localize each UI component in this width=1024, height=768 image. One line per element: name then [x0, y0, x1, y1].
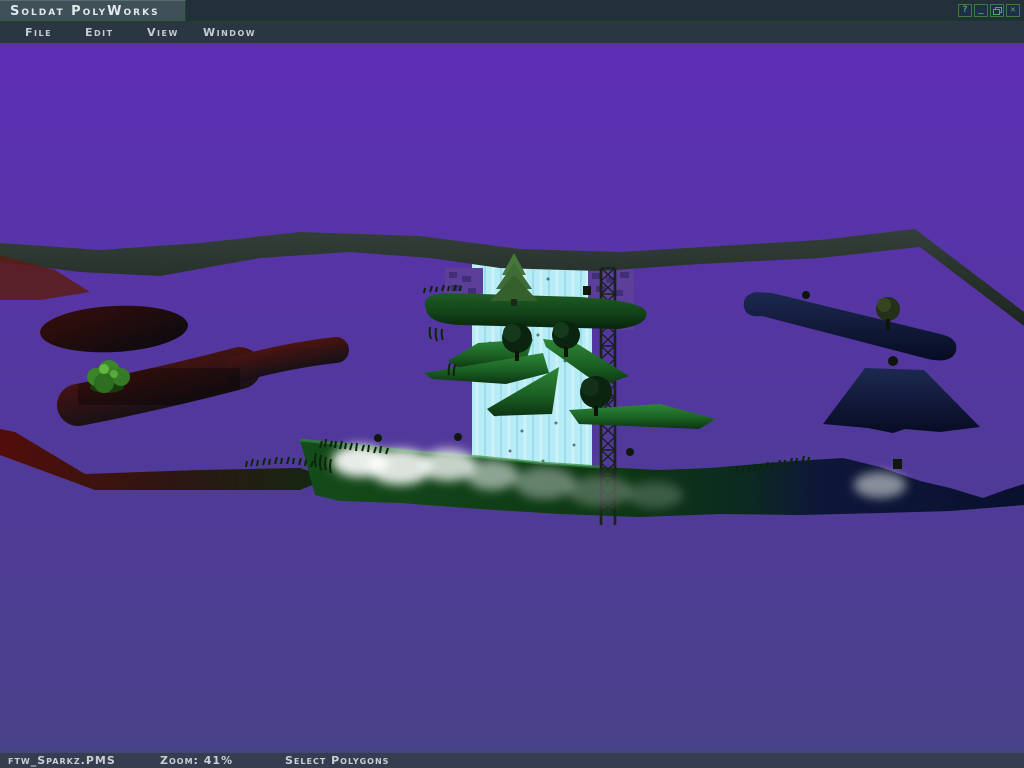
title-plate: Soldat PolyWorks: [0, 0, 186, 21]
status-zoom-level: Zoom: 41%: [160, 753, 233, 768]
bush-scenery: [87, 360, 130, 393]
restore-squares-icon: [993, 7, 1002, 15]
status-filename: ftw_Sparkz.PMS: [8, 753, 116, 768]
close-button[interactable]: ✕: [1006, 4, 1020, 17]
status-bar: ftw_Sparkz.PMS Zoom: 41% Select Polygons: [0, 750, 1024, 768]
menu-bar: File Edit View Window: [0, 22, 1024, 43]
map-canvas[interactable]: [0, 43, 1024, 750]
status-active-tool: Select Polygons: [285, 753, 389, 768]
navy-pill-platform[interactable]: [744, 291, 957, 360]
help-button[interactable]: ?: [958, 4, 972, 17]
bottom-red-strip[interactable]: [0, 429, 330, 490]
menu-window[interactable]: Window: [203, 22, 256, 43]
window-controls: ? _ ✕: [958, 4, 1020, 17]
close-icon: ✕: [1010, 6, 1015, 15]
window-title: Soldat PolyWorks: [10, 4, 160, 19]
polyworks-window: Soldat PolyWorks ? _ ✕ File Edit View Wi…: [0, 0, 1024, 768]
title-bar[interactable]: Soldat PolyWorks ? _ ✕: [0, 0, 1024, 22]
menu-view[interactable]: View: [147, 22, 179, 43]
minimize-button[interactable]: _: [974, 4, 988, 17]
navy-mound[interactable]: [823, 356, 980, 433]
help-icon: ?: [962, 6, 967, 15]
restore-button[interactable]: [990, 4, 1004, 17]
menu-file[interactable]: File: [25, 22, 52, 43]
minimize-icon: _: [978, 6, 983, 15]
map-viewport: [0, 43, 1024, 750]
menu-edit[interactable]: Edit: [85, 22, 114, 43]
maroon-island-upper[interactable]: [39, 302, 189, 356]
